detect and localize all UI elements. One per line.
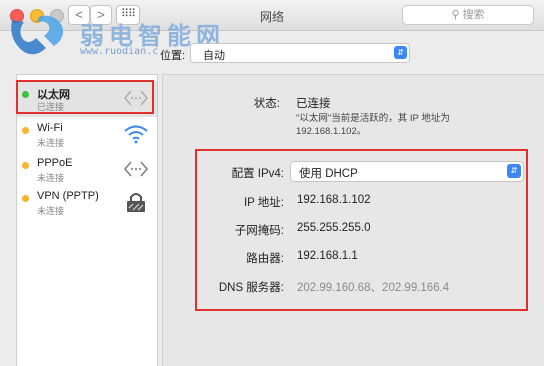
- ipv4-value: 使用 DHCP: [299, 168, 358, 180]
- dns-value: 202.99.160.68、202.99.166.4: [297, 282, 450, 294]
- service-name: VPN (PPTP): [37, 190, 99, 202]
- configure-ipv4-select[interactable]: 使用 DHCP ⇵: [290, 161, 524, 182]
- search-placeholder: 搜索: [462, 9, 485, 21]
- service-status: 未连接: [37, 138, 65, 148]
- watermark-logo-icon: [11, 15, 63, 55]
- status-note-line: "以太网"当前是活跃的，其 IP 地址为: [296, 113, 450, 124]
- service-item-vpn[interactable]: VPN (PPTP) 未连接: [17, 185, 157, 221]
- router-value: 192.168.1.1: [297, 250, 358, 262]
- location-label: 位置:: [160, 50, 186, 62]
- status-label: 状态:: [253, 98, 280, 110]
- location-value: 自动: [203, 50, 225, 62]
- status-dot: [22, 162, 29, 169]
- service-item-wifi[interactable]: Wi-Fi 未连接: [17, 117, 157, 153]
- status-note: "以太网"当前是活跃的，其 IP 地址为 192.168.1.102。: [296, 112, 450, 138]
- router-label: 路由器:: [246, 253, 284, 265]
- status-value: 已连接: [296, 98, 331, 110]
- highlight-box-ethernet: [16, 80, 154, 114]
- subnet-mask-value: 255.255.255.0: [297, 222, 371, 234]
- chevron-updown-icon: ⇵: [394, 46, 407, 59]
- location-select[interactable]: 自动 ⇵: [190, 43, 410, 63]
- wifi-icon: [124, 125, 148, 144]
- service-name: PPPoE: [37, 157, 73, 169]
- dns-label: DNS 服务器:: [218, 282, 284, 294]
- ip-label: IP 地址:: [243, 197, 284, 209]
- status-note-line: 192.168.1.102。: [296, 126, 367, 137]
- service-item-pppoe[interactable]: PPPoE 未连接: [17, 152, 157, 188]
- status-dot: [22, 127, 29, 134]
- vpn-lock-icon: [127, 193, 145, 212]
- service-list: 以太网 已连接 Wi-Fi 未连接 PPPoE 未连接 VPN (PPTP) 未…: [16, 74, 158, 366]
- subnet-mask-label: 子网掩码:: [234, 225, 284, 237]
- service-name: Wi-Fi: [37, 122, 63, 134]
- service-status: 未连接: [37, 206, 65, 216]
- ip-value: 192.168.1.102: [297, 194, 371, 206]
- search-icon: ⚲: [451, 9, 460, 21]
- chevron-updown-icon: ⇵: [507, 164, 521, 178]
- service-status: 未连接: [37, 173, 65, 183]
- ipv4-label: 配置 IPv4:: [231, 168, 284, 180]
- search-field[interactable]: ⚲ 搜索: [402, 5, 534, 25]
- watermark-url: www.ruodian.c: [80, 46, 159, 57]
- status-dot: [22, 195, 29, 202]
- pppoe-arrows-icon: [124, 161, 148, 177]
